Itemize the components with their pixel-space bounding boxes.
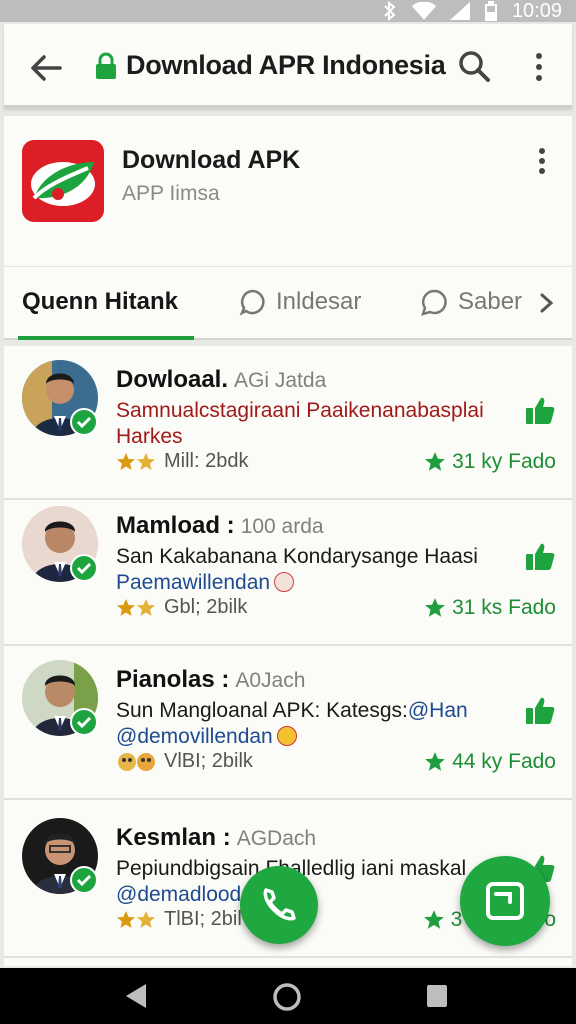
back-arrow-icon[interactable] [26,48,66,88]
active-tab-indicator [18,336,194,340]
star-icon [425,598,445,617]
thumbs-up-icon[interactable] [524,394,556,426]
post-time: A0Jach [235,669,306,692]
tab-saber[interactable]: Saber [420,284,522,320]
battery-icon [484,1,497,21]
tab-quenn-hitank[interactable]: Quenn Hitank [22,284,178,320]
post-meta: TlBI; 2bil [116,908,242,931]
post-meta: VlBI; 2bilk [116,750,253,773]
verified-badge-icon [70,554,98,582]
rating-stars-icon [116,598,158,618]
message-icon [421,289,447,316]
bluetooth-icon [384,1,396,21]
lock-icon [96,52,116,79]
app-subtitle: APP Iimsa [122,182,220,205]
star-icon [423,910,444,929]
post-stat: 31 ks Fado [424,596,556,620]
leaf-logo-icon [31,162,95,206]
verified-badge-icon [70,866,98,894]
post-time: 100 arda [240,515,324,538]
rating-stars-icon [116,452,158,472]
thumbs-up-icon[interactable] [524,540,556,572]
overflow-menu-icon[interactable] [524,50,554,84]
star-icon [425,452,445,471]
post-mention[interactable]: @demadlooda [116,883,253,906]
tab-label: Inldesar [276,288,362,315]
rating-stars-icon [116,910,158,930]
search-icon[interactable] [456,48,492,84]
post-meta: Gbl; 2bilk [116,596,247,619]
verified-badge-icon [70,408,98,436]
post-mention[interactable]: @demovillendan [116,725,273,748]
compose-icon [486,882,524,920]
post-text: Samnualcstagiraani Paaikenanabasplai Har… [116,399,484,448]
app-bar: Download APR Indonesia [4,24,572,108]
tab-inldesar[interactable]: Inldesar [238,284,361,320]
post-text: Sun Mangloanal APK: Katesgs:@Han @demovil… [116,699,468,748]
nav-home-icon[interactable] [272,982,302,1012]
emoji-faces-icon [116,751,158,773]
system-nav-bar [0,968,576,1024]
status-time: 10:09 [511,0,562,22]
post-stat: 31 ky Fado [424,450,556,474]
verified-badge-icon [70,708,98,736]
page-title: Download APR Indonesia [126,50,446,80]
chat-bubble-icon [239,289,265,316]
emoji-icon [274,572,295,592]
chevron-right-icon[interactable] [536,292,556,314]
post-author: Pianolas : A0Jach [116,666,306,693]
app-card: Download APK APP Iimsa Quenn Hitank Inld… [4,116,572,340]
wifi-icon [411,2,436,20]
post-meta: Mill: 2bdk [116,450,248,473]
post-meta-text: Mill: 2bdk [164,450,249,472]
post-mention[interactable]: Paemawillendan [116,571,270,594]
post-stat: 44 ky Fado [424,750,556,774]
post-item[interactable]: Mamload :100 arda San Kakabanana Kondary… [4,492,572,646]
emoji-icon [276,726,297,746]
compose-fab-button[interactable] [460,856,550,946]
nav-back-icon[interactable] [122,982,150,1010]
post-time: AGi Jatda [234,369,327,392]
call-fab-button[interactable] [240,866,318,944]
post-meta-text: VlBI; 2bilk [164,750,253,772]
post-time: AGDach [236,827,317,850]
tab-label: Saber [458,288,523,315]
app-name: Download APK [122,146,301,174]
status-bar: 10:09 [0,0,576,22]
star-icon [425,752,445,771]
phone-icon [263,888,296,921]
app-logo [22,140,104,222]
post-text: San Kakabanana Kondarysange Haasi Paemawi… [116,545,478,594]
post-mention[interactable]: @Han [408,699,468,722]
signal-icon [449,2,470,20]
post-author: Kesmlan : AGDach [116,824,317,851]
tab-label: Quenn Hitank [22,288,179,315]
post-author: Dowloaal. AGi Jatda [116,366,327,393]
divider [4,266,572,267]
post-meta-text: Gbl; 2bilk [164,596,248,618]
app-menu-icon[interactable] [530,146,554,176]
thumbs-up-icon[interactable] [524,694,556,726]
post-item[interactable]: Dowloaal. AGi Jatda Samnualcstagiraani Pa… [4,346,572,500]
post-author: Mamload :100 arda [116,512,324,539]
post-meta-text: TlBI; 2bil [164,908,242,930]
post-item[interactable]: Pianolas : A0Jach Sun Mangloanal APK: Kat… [4,646,572,800]
nav-recents-icon[interactable] [425,982,449,1010]
